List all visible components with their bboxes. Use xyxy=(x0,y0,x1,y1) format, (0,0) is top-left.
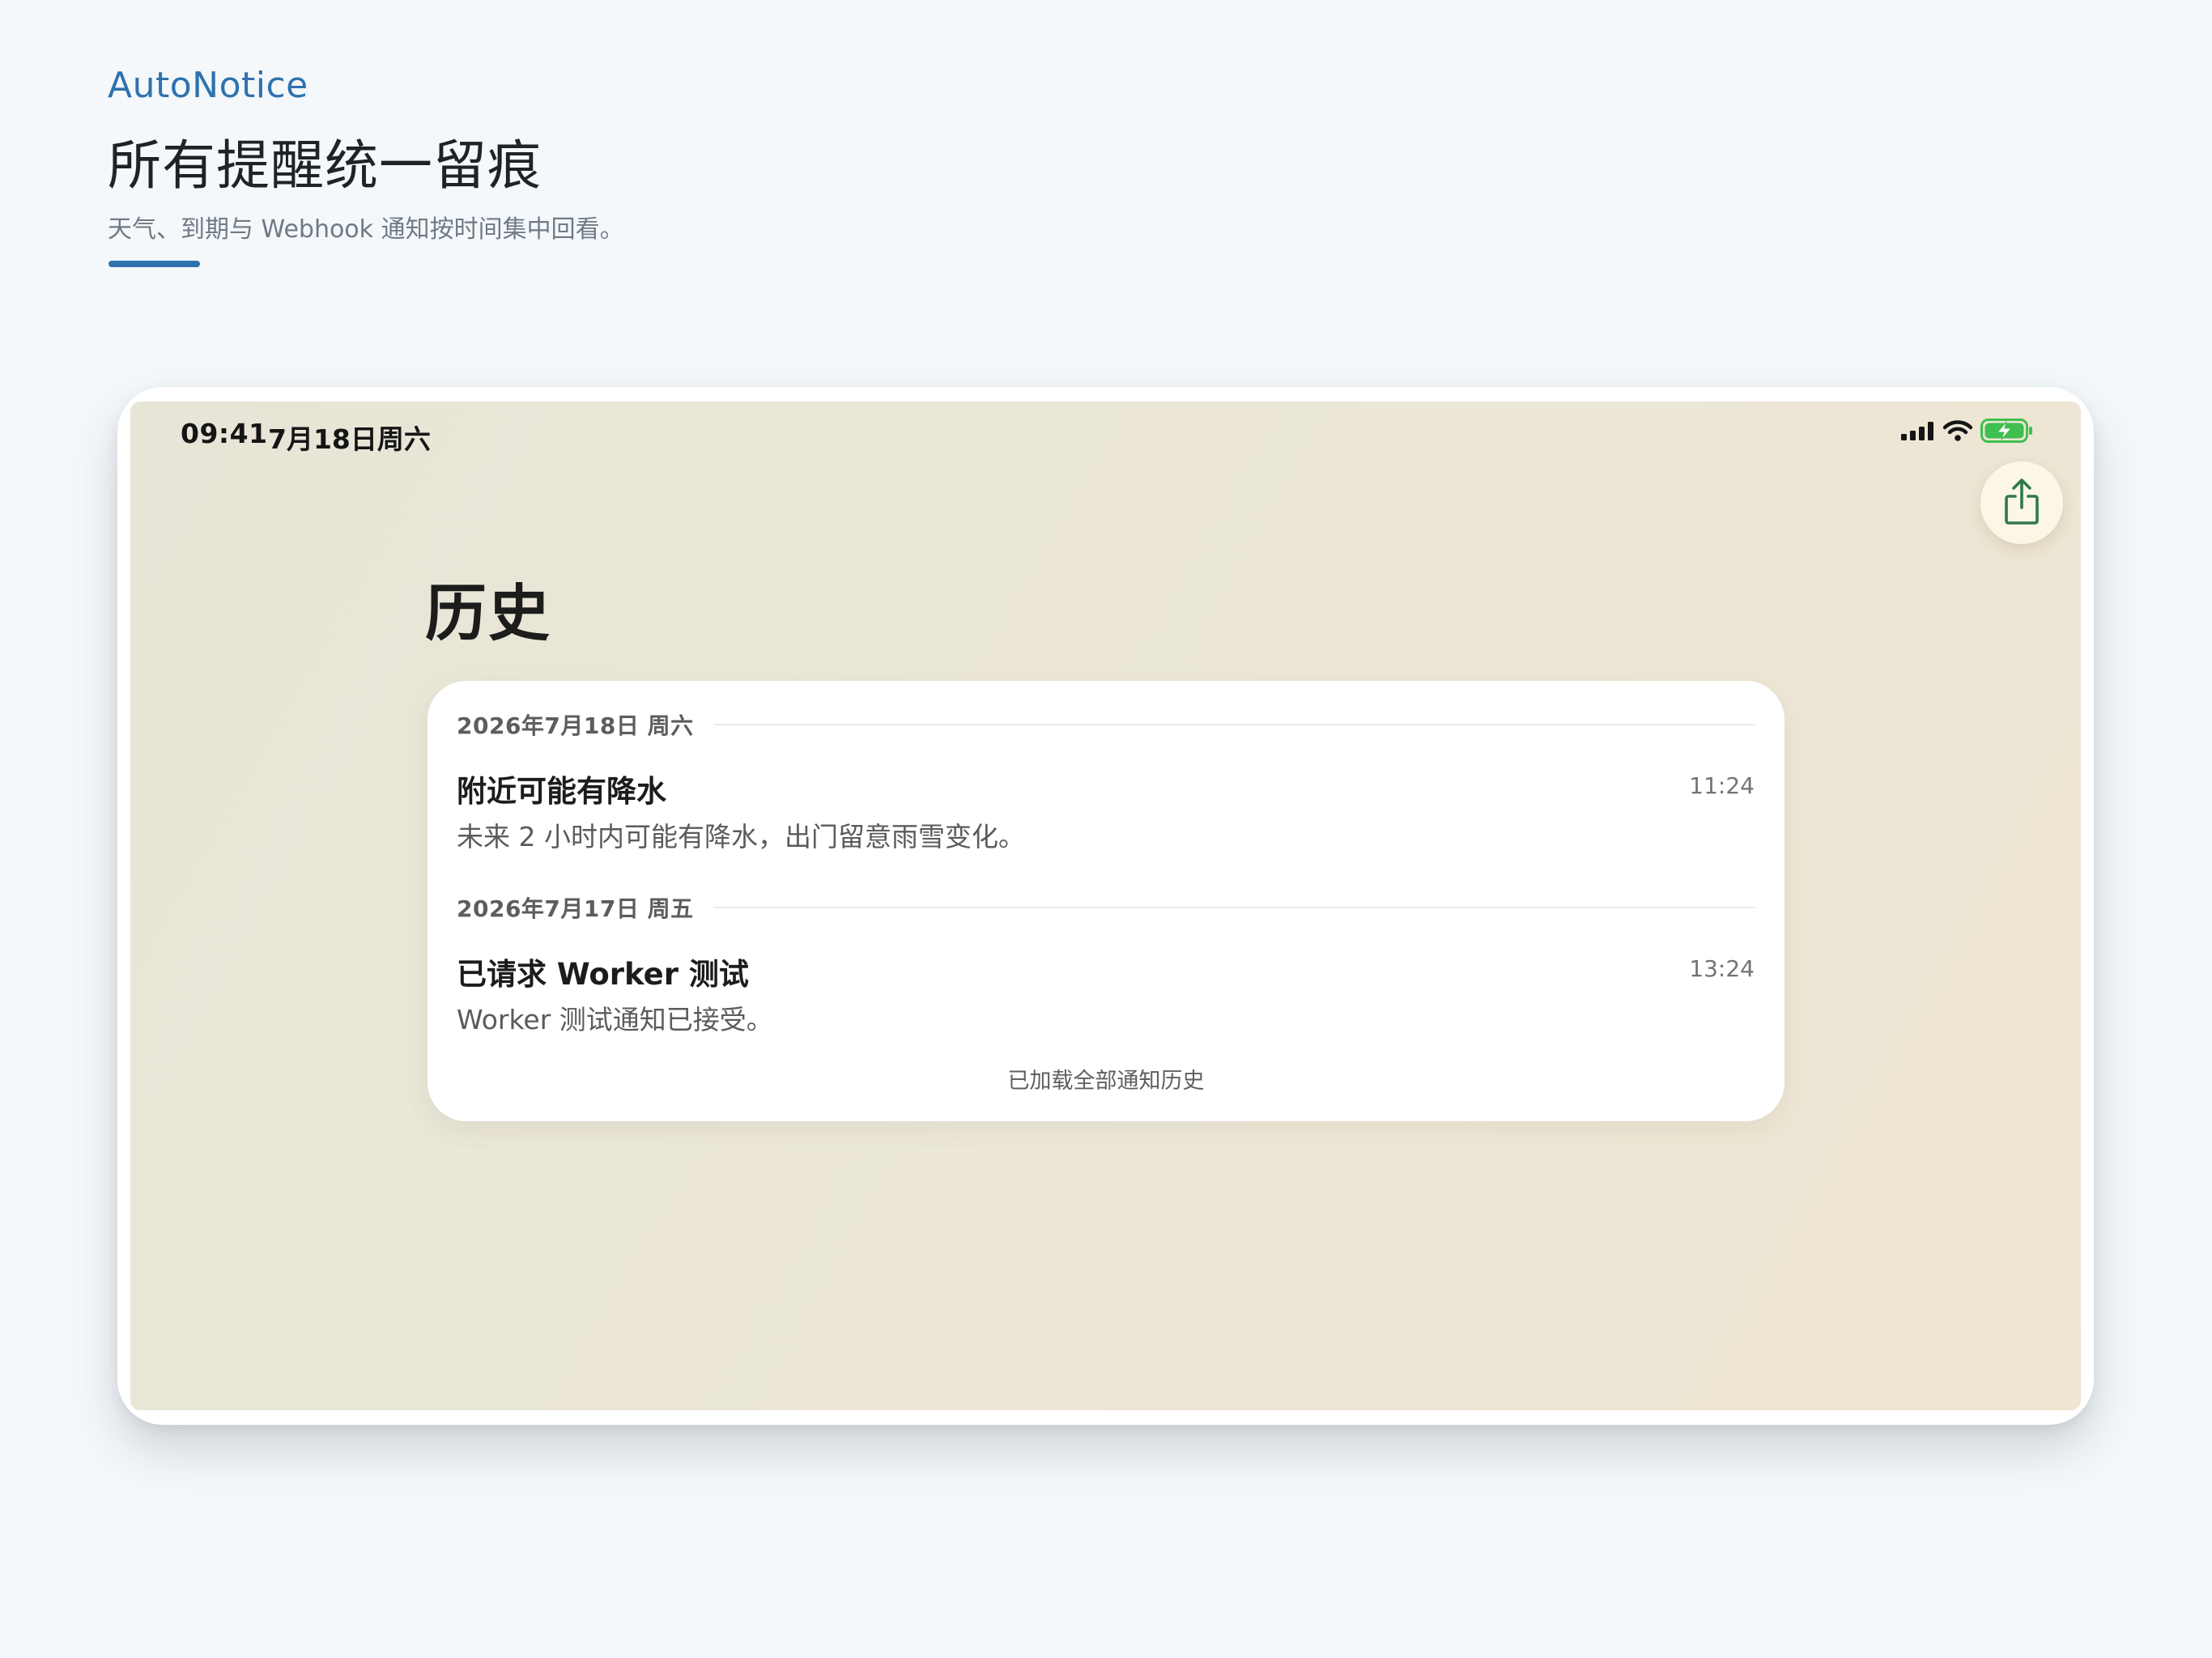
subheadline: 天气、到期与 Webhook 通知按时间集中回看。 xyxy=(108,215,624,244)
battery-charging-icon xyxy=(1980,419,2034,446)
notification-time: 11:24 xyxy=(1689,772,1755,799)
accent-underline xyxy=(108,261,200,267)
app-screen: 09:41 7月18日周六 历史 2026年7月18日 周六 附近可能有降水 1… xyxy=(130,402,2081,1410)
tablet-device-frame: 09:41 7月18日周六 历史 2026年7月18日 周六 附近可能有降水 1… xyxy=(117,387,2094,1425)
notification-title: 已请求 Worker 测试 xyxy=(457,957,749,992)
share-icon xyxy=(2001,477,2042,529)
cellular-signal-icon xyxy=(1901,421,1935,444)
divider xyxy=(714,724,1755,725)
day-section-header: 2026年7月18日 周六 xyxy=(457,708,1755,741)
brand-name: AutoNotice xyxy=(108,65,308,106)
status-bar-date: 7月18日周六 xyxy=(268,423,431,455)
page-title: 历史 xyxy=(425,577,551,649)
history-list-card: 2026年7月18日 周六 附近可能有降水 11:24 未来 2 小时内可能有降… xyxy=(428,681,1784,1121)
status-bar-indicators xyxy=(1901,416,2034,449)
notification-time: 13:24 xyxy=(1689,955,1755,982)
status-bar-time: 09:41 xyxy=(181,418,268,449)
day-section-label: 2026年7月17日 周五 xyxy=(457,895,694,922)
divider xyxy=(714,907,1755,908)
notification-body: 未来 2 小时内可能有降水，出门留意雨雪变化。 xyxy=(457,821,1025,852)
notification-body: Worker 测试通知已接受。 xyxy=(457,1004,773,1035)
history-end-footer: 已加载全部通知历史 xyxy=(1007,1069,1205,1094)
share-button[interactable] xyxy=(1980,461,2063,544)
wifi-icon xyxy=(1942,420,1973,444)
day-section-header: 2026年7月17日 周五 xyxy=(457,891,1755,924)
headline: 所有提醒统一留痕 xyxy=(108,134,542,197)
notification-title: 附近可能有降水 xyxy=(457,774,666,809)
day-section-label: 2026年7月18日 周六 xyxy=(457,712,694,739)
